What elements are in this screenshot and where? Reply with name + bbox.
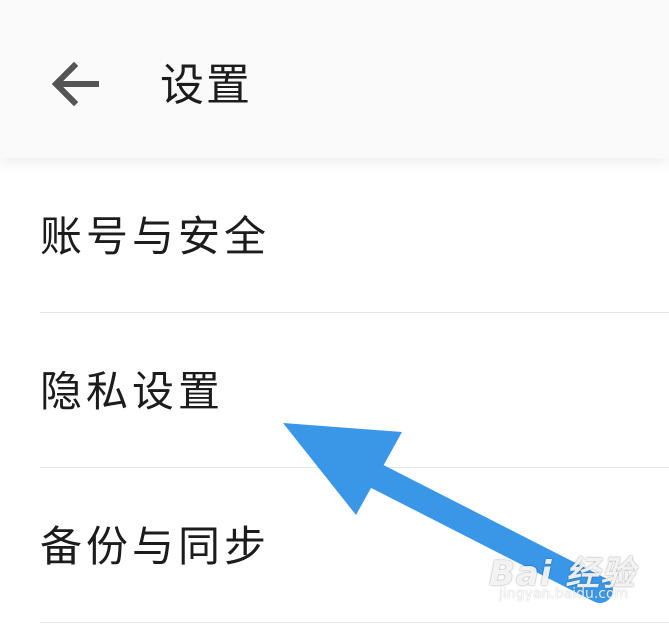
- settings-list: 账号与安全 隐私设置 备份与同步: [0, 158, 669, 623]
- arrow-left-icon: [51, 61, 99, 107]
- settings-item-privacy[interactable]: 隐私设置: [0, 313, 669, 468]
- settings-item-label: 账号与安全: [40, 212, 271, 261]
- top-app-bar: 设置: [0, 0, 669, 158]
- settings-item-label: 备份与同步: [40, 522, 271, 571]
- settings-item-account-security[interactable]: 账号与安全: [0, 158, 669, 313]
- divider: [40, 622, 669, 623]
- back-button[interactable]: [44, 56, 106, 112]
- page-title: 设置: [160, 60, 252, 111]
- settings-item-backup-sync[interactable]: 备份与同步: [0, 468, 669, 623]
- settings-item-label: 隐私设置: [40, 367, 225, 416]
